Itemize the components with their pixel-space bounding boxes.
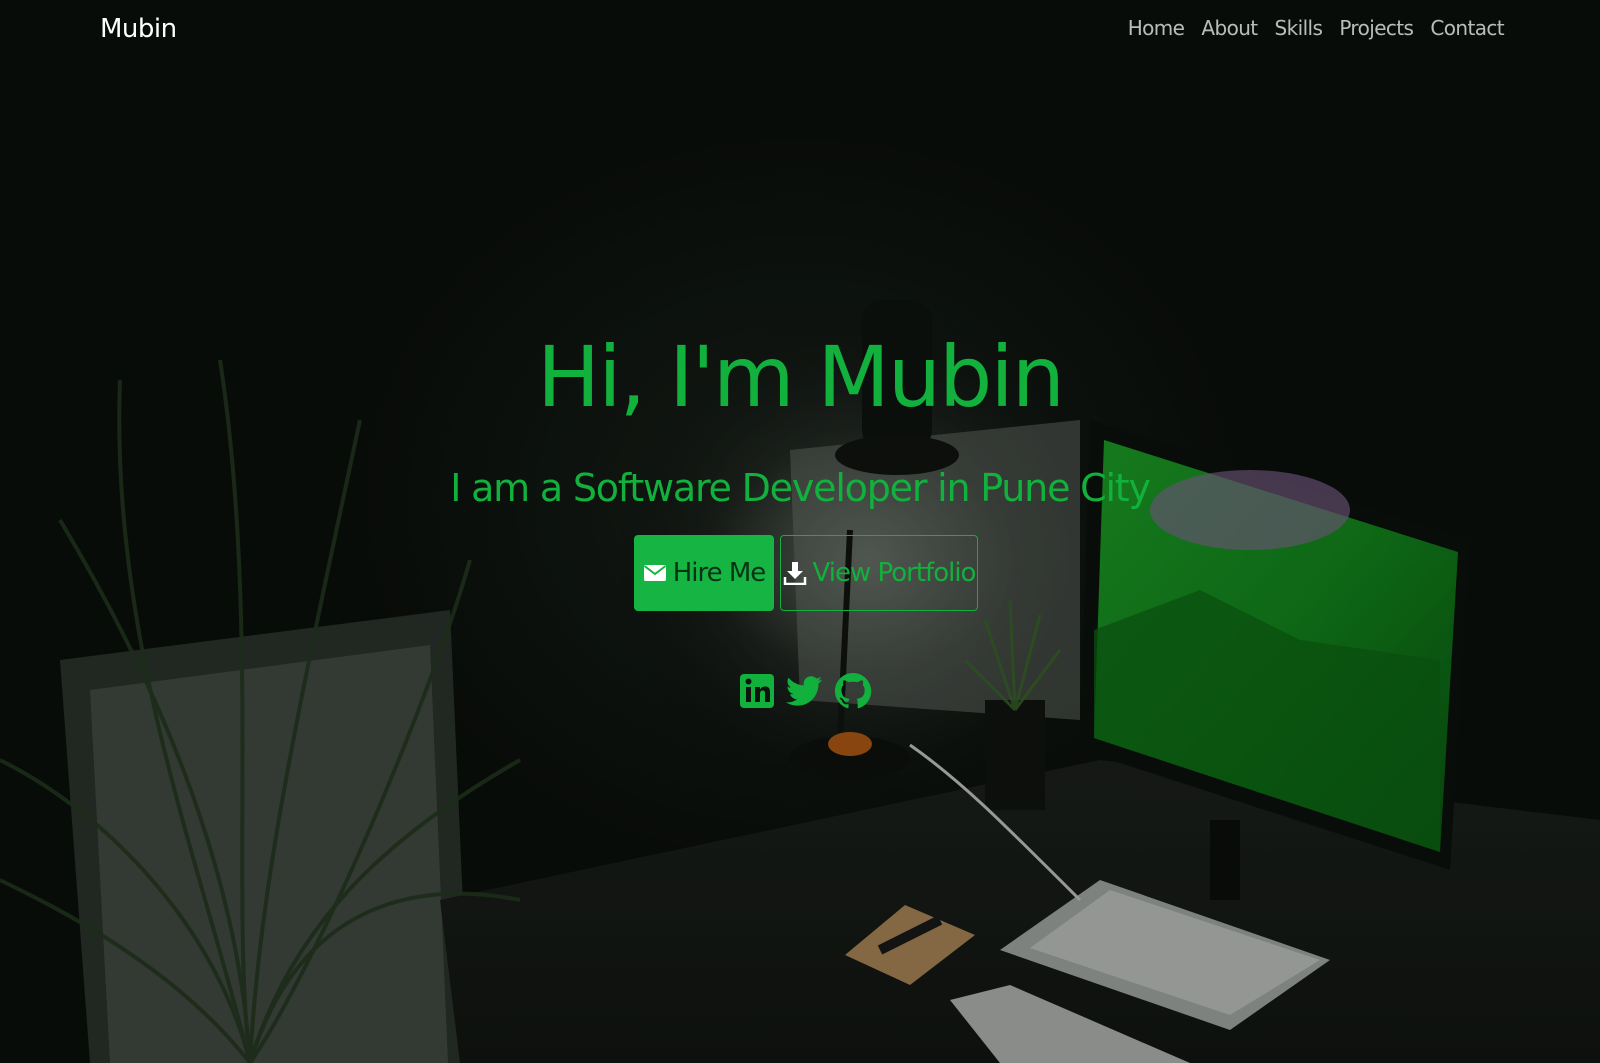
envelope-icon xyxy=(643,561,667,585)
nav-links: Home About Skills Projects Contact xyxy=(1128,16,1505,40)
hire-me-label: Hire Me xyxy=(672,558,767,588)
nav-link-about[interactable]: About xyxy=(1201,16,1258,40)
navbar: Mubin Home About Skills Projects Contact xyxy=(0,0,1600,64)
github-icon[interactable] xyxy=(834,666,872,716)
twitter-icon[interactable] xyxy=(786,666,824,716)
download-icon xyxy=(783,561,807,585)
hero-title: Hi, I'm Mubin xyxy=(537,328,1065,426)
view-portfolio-label: View Portfolio xyxy=(812,558,977,588)
hero-subtitle: I am a Software Developer in Pune City xyxy=(450,466,1151,510)
nav-link-skills[interactable]: Skills xyxy=(1275,16,1323,40)
nav-link-contact[interactable]: Contact xyxy=(1430,16,1504,40)
nav-link-home[interactable]: Home xyxy=(1128,16,1185,40)
background-photo xyxy=(0,0,1600,1063)
social-links xyxy=(738,666,872,716)
nav-link-projects[interactable]: Projects xyxy=(1339,16,1414,40)
hero-section: Mubin Home About Skills Projects Contact… xyxy=(0,0,1600,1063)
brand-logo[interactable]: Mubin xyxy=(100,14,177,44)
hire-me-button[interactable]: Hire Me xyxy=(634,535,774,611)
view-portfolio-button[interactable]: View Portfolio xyxy=(780,535,978,611)
linkedin-icon[interactable] xyxy=(738,666,776,716)
